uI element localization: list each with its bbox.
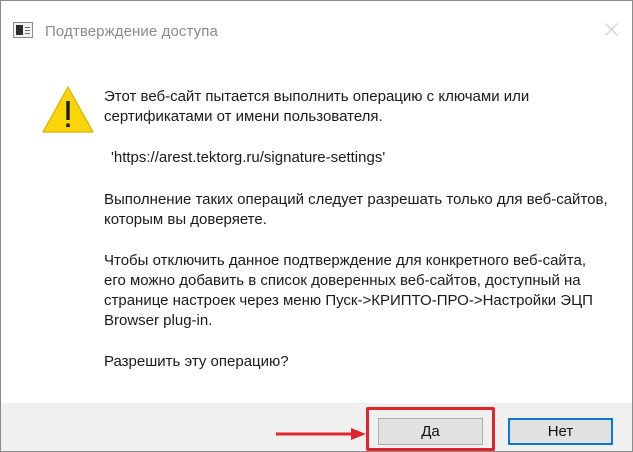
highlight-frame <box>366 407 495 451</box>
message-paragraph-1: Этот веб-сайт пытается выполнить операци… <box>104 88 530 125</box>
no-button[interactable]: Нет <box>508 418 613 445</box>
close-icon[interactable] <box>596 15 626 45</box>
title-bar: Подтверждение доступа <box>1 1 632 40</box>
red-arrow-annotation <box>276 428 366 440</box>
message-paragraph-2: Выполнение таких операций следует разреш… <box>104 191 608 228</box>
dialog-message: Этот веб-сайт пытается выполнить операци… <box>104 87 609 372</box>
warning-icon <box>42 86 94 133</box>
confirmation-question: Разрешить эту операцию? <box>104 353 289 370</box>
message-paragraph-3: Чтобы отключить данное подтверждение для… <box>104 252 593 329</box>
site-url: 'https://arest.tektorg.ru/signature-sett… <box>111 149 386 166</box>
dialog-title: Подтверждение доступа <box>45 23 218 40</box>
confirmation-dialog: Подтверждение доступа Этот веб-сайт пыта… <box>0 0 633 452</box>
app-window-icon <box>13 22 33 38</box>
